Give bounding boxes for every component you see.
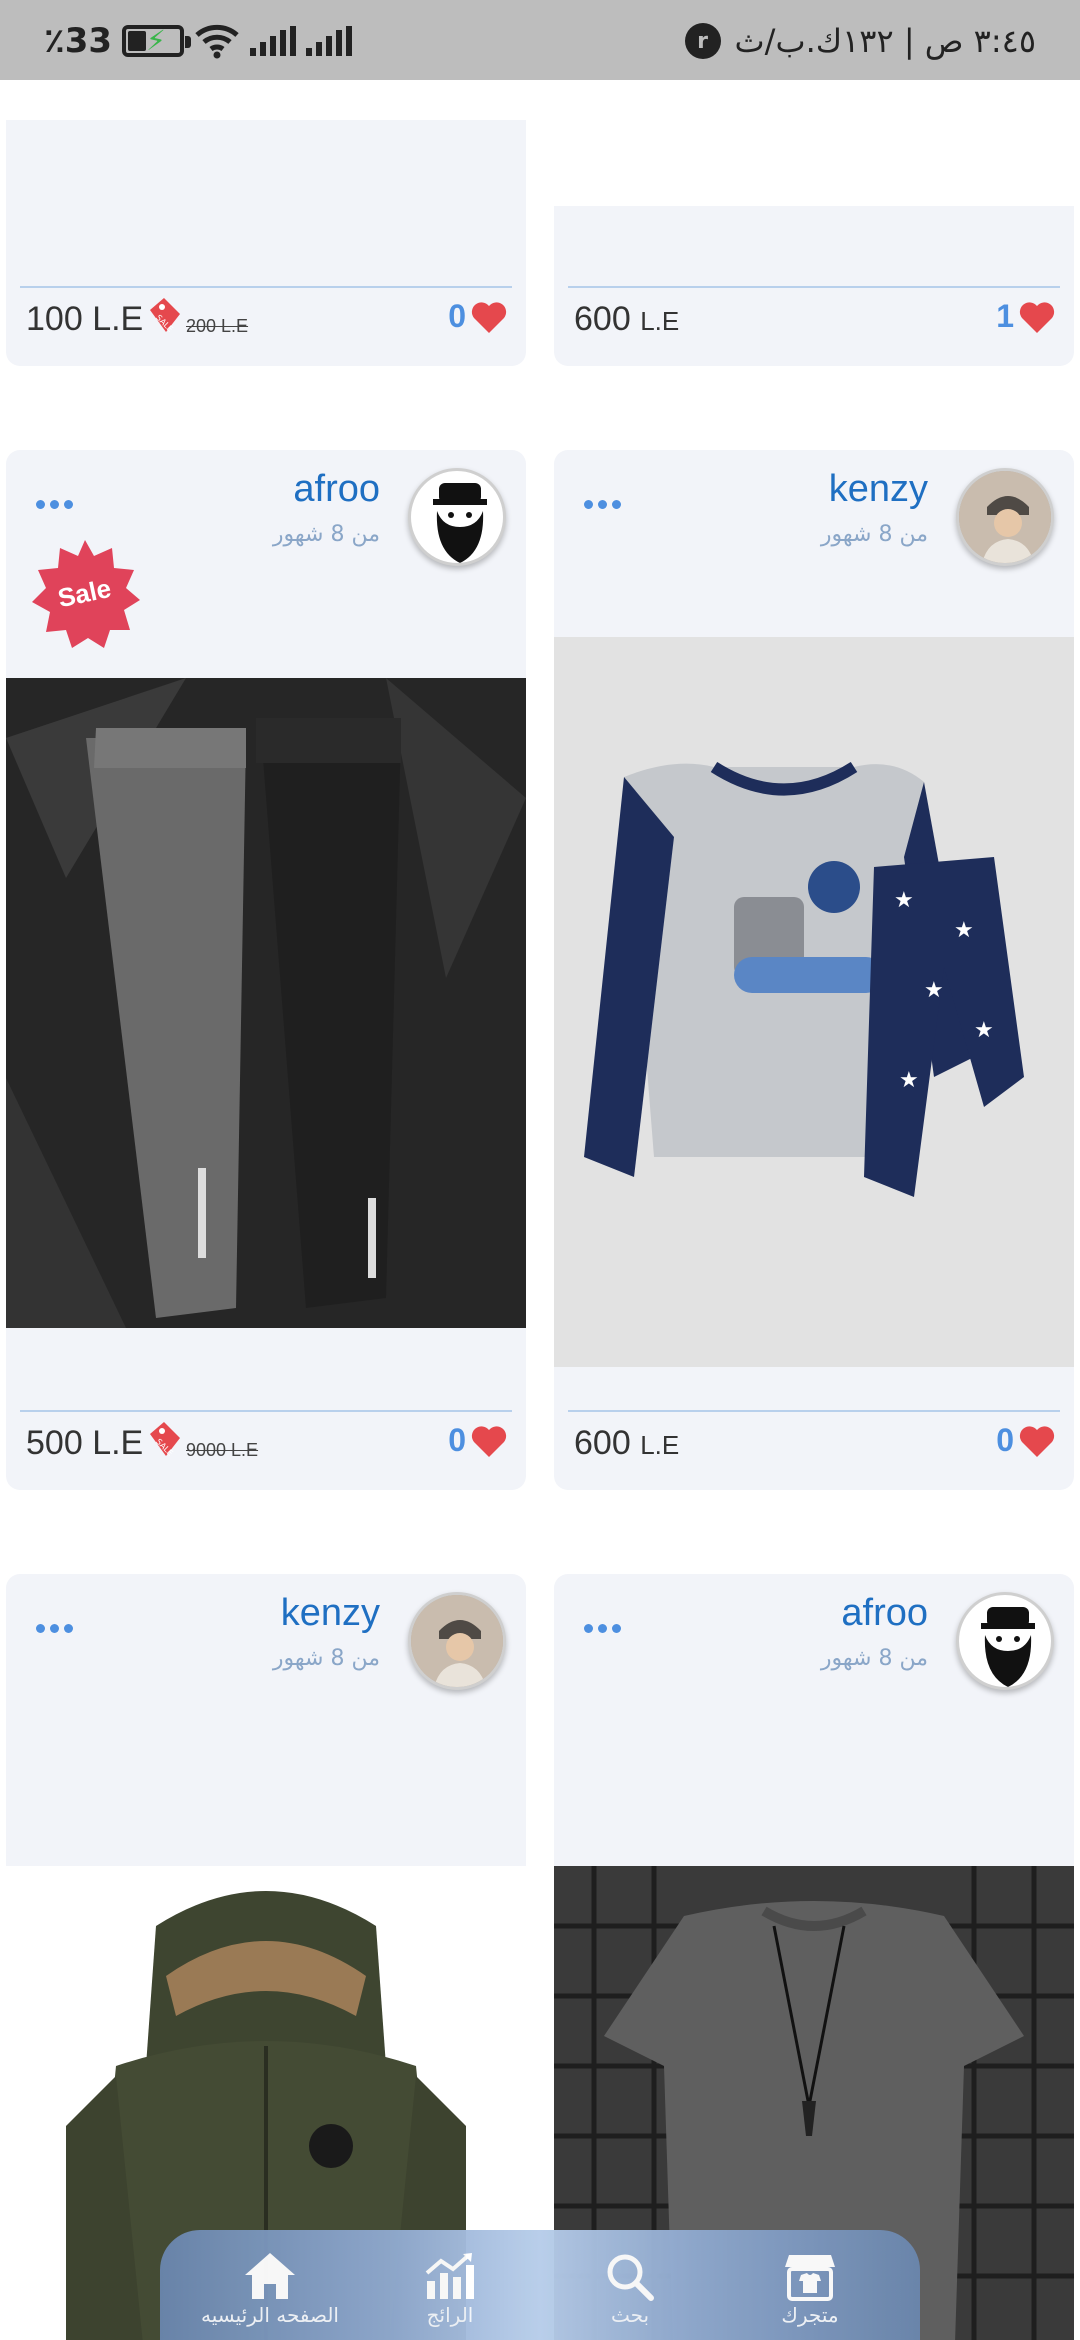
sale-tag-icon: SALE [150, 1422, 180, 1458]
price: 600 L.E [574, 300, 680, 338]
battery-percent: ٪33 [44, 21, 113, 61]
nav-search-label: بحث [610, 2303, 650, 2327]
product-image[interactable]: ★ ★ ★ ★ ★ [554, 637, 1074, 1367]
card-header: kenzy من 8 شهور [554, 450, 1074, 630]
svg-text:★: ★ [899, 1068, 919, 1093]
nav-home[interactable]: الصفحه الرئيسيه [190, 2251, 350, 2327]
card-footer: 600 L.E 1 [554, 286, 1074, 366]
nav-store-label: متجرك [781, 2303, 839, 2327]
battery-icon: ⚡ [122, 25, 192, 57]
heart-icon [471, 301, 507, 333]
seller-name[interactable]: kenzy [829, 468, 928, 511]
product-card[interactable]: afroo من 8 شهور Sale 500 L.E SALE 9000 L… [6, 450, 526, 1490]
more-options-icon[interactable] [584, 1624, 621, 1633]
search-icon [607, 2254, 654, 2301]
nav-store[interactable]: متجرك [730, 2251, 890, 2327]
child-avatar-icon [959, 471, 1051, 563]
signal-icon [250, 26, 297, 56]
nav-home-label: الصفحه الرئيسيه [201, 2303, 339, 2327]
pyjama-photo: ★ ★ ★ ★ ★ [554, 637, 1074, 1367]
like-count: 0 [448, 1422, 466, 1458]
status-time: ٣:٤٥ ص | ١٣٢ك.ب/ث [734, 22, 1036, 60]
status-left: ٪33 ⚡ [44, 18, 353, 64]
like-button[interactable]: 0 [448, 1422, 508, 1459]
card-header: afroo من 8 شهور [554, 1574, 1074, 1754]
pants-photo [6, 678, 526, 1328]
card-header: kenzy من 8 شهور [6, 1574, 526, 1754]
post-time: من 8 شهور [820, 1646, 928, 1671]
like-button[interactable]: 0 [448, 298, 508, 335]
signal-icon-2 [306, 26, 353, 56]
price: 100 L.E [26, 300, 144, 338]
seller-avatar[interactable] [408, 1592, 506, 1690]
like-button[interactable]: 0 [996, 1422, 1056, 1459]
wifi-icon [195, 24, 239, 59]
seller-avatar[interactable] [408, 468, 506, 566]
nav-trending[interactable]: الرائج [370, 2251, 530, 2327]
svg-text:★: ★ [954, 918, 974, 943]
post-time: من 8 شهور [272, 522, 380, 547]
like-count: 0 [996, 1422, 1014, 1458]
bearded-man-icon [433, 483, 487, 563]
status-bar: ٪33 ⚡ r ٣:٤٥ ص | ١٣٢ك.ب/ث [0, 0, 1080, 80]
child-avatar-icon [411, 1595, 503, 1687]
old-price: 9000 L.E [186, 1440, 259, 1460]
sale-badge: Sale [32, 540, 140, 648]
nav-search[interactable]: بحث [550, 2251, 710, 2327]
status-right: r ٣:٤٥ ص | ١٣٢ك.ب/ث [684, 18, 1036, 64]
seller-avatar[interactable] [956, 1592, 1054, 1690]
more-options-icon[interactable] [584, 500, 621, 509]
seller-name[interactable]: afroo [841, 1592, 928, 1635]
bearded-man-icon [981, 1607, 1035, 1687]
nav-trending-label: الرائج [426, 2303, 474, 2327]
product-card[interactable]: afroo من 8 شهور [554, 1574, 1074, 2340]
seller-avatar[interactable] [956, 468, 1054, 566]
svg-text:★: ★ [894, 888, 914, 913]
post-time: من 8 شهور [820, 522, 928, 547]
heart-icon [471, 1425, 507, 1457]
card-footer: 500 L.E SALE 9000 L.E 0 [6, 1410, 526, 1490]
app-notification-icon: r [684, 23, 721, 59]
like-button[interactable]: 1 [996, 298, 1056, 335]
heart-icon [1019, 1425, 1055, 1457]
bottom-nav: الصفحه الرئيسيه الرائج بحث متجرك [160, 2230, 920, 2340]
card-footer: 100 L.E SALE 200 L.E 0 [6, 286, 526, 366]
seller-name[interactable]: afroo [293, 468, 380, 511]
svg-text:★: ★ [924, 978, 944, 1003]
card-header: afroo من 8 شهور Sale [6, 450, 526, 648]
old-price: 200 L.E [186, 316, 249, 336]
price: 600 L.E [574, 1424, 680, 1462]
product-card[interactable]: kenzy من 8 شهور ★ ★ ★ ★ ★ 600 L.E 0 [554, 450, 1074, 1490]
price: 500 L.E [26, 1424, 144, 1462]
screen: ٪33 ⚡ r ٣:٤٥ ص | ١٣٢ك.ب/ث 100 L.E SALE 2… [0, 0, 1080, 2340]
like-count: 0 [448, 298, 466, 334]
svg-text:★: ★ [974, 1018, 994, 1043]
post-time: من 8 شهور [272, 1646, 380, 1671]
home-icon [245, 2253, 295, 2299]
sale-tag-icon: SALE [150, 298, 180, 334]
like-count: 1 [996, 298, 1014, 334]
heart-icon [1019, 301, 1055, 333]
product-image[interactable] [6, 678, 526, 1328]
chart-icon [425, 2253, 474, 2299]
more-options-icon[interactable] [36, 500, 73, 509]
seller-name[interactable]: kenzy [281, 1592, 380, 1635]
card-footer: 600 L.E 0 [554, 1410, 1074, 1490]
more-options-icon[interactable] [36, 1624, 73, 1633]
product-card[interactable]: kenzy من 8 شهور [6, 1574, 526, 2340]
store-icon [785, 2255, 835, 2301]
